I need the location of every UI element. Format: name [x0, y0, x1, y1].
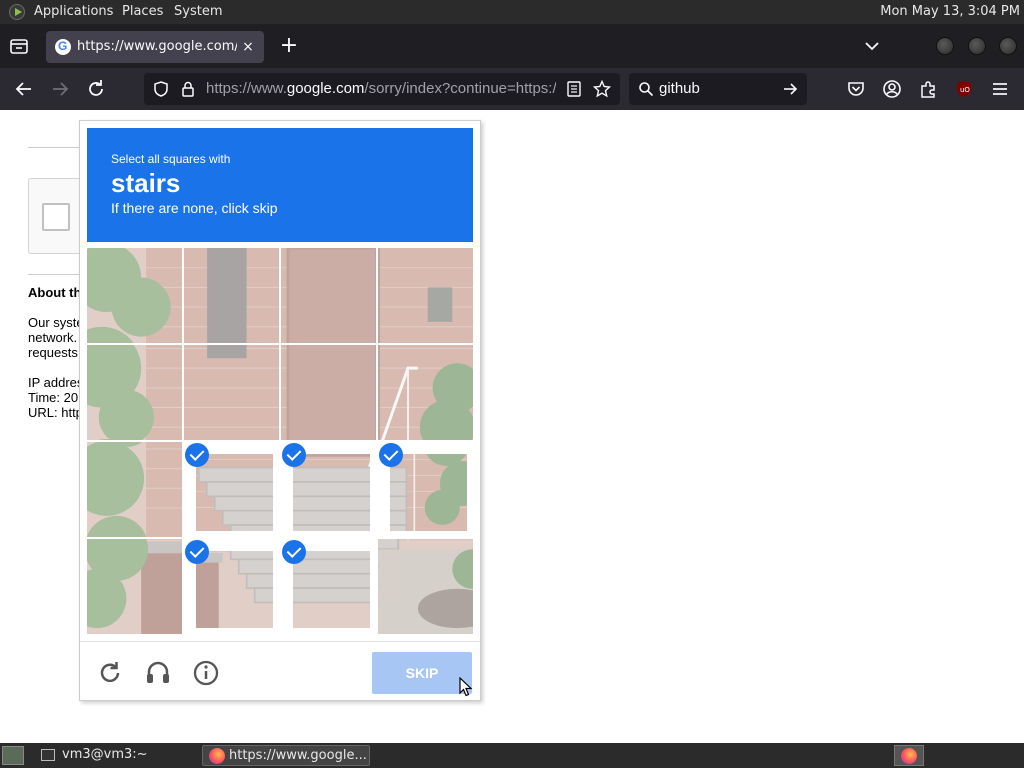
- maximize-button[interactable]: [968, 37, 986, 55]
- captcha-tile[interactable]: [378, 248, 473, 343]
- search-go-arrow-icon[interactable]: [782, 81, 798, 97]
- reload-challenge-icon[interactable]: [96, 659, 124, 687]
- ublock-origin-icon[interactable]: uO: [953, 78, 975, 100]
- forward-arrow-icon[interactable]: [49, 78, 71, 100]
- captcha-tile[interactable]: [378, 442, 473, 537]
- taskbar-item-firefox[interactable]: https://www.google...: [202, 745, 370, 766]
- mouse-cursor-icon: [459, 677, 473, 697]
- search-input[interactable]: github: [659, 80, 700, 97]
- chevron-down-icon[interactable]: [862, 36, 882, 56]
- tab-list-icon[interactable]: [8, 35, 30, 57]
- captcha-tile[interactable]: [87, 539, 182, 634]
- captcha-tile[interactable]: [281, 442, 376, 537]
- captcha-tile[interactable]: [87, 345, 182, 440]
- applications-menu[interactable]: Applications: [34, 4, 113, 19]
- tile-wash: [378, 345, 473, 440]
- bookmark-star-icon[interactable]: [593, 80, 611, 98]
- url-text[interactable]: https://www.google.com/sorry/index?conti…: [206, 80, 556, 97]
- selected-check-icon: [185, 443, 209, 467]
- nav-bar: https://www.google.com/sorry/index?conti…: [0, 68, 1024, 110]
- tab-bar: https://www.google.com/sorry/index × +: [0, 24, 1024, 68]
- url-domain: google.com: [286, 80, 365, 97]
- recaptcha-challenge: Select all squares with stairs If there …: [79, 120, 481, 701]
- bottom-taskbar: vm3@vm3:~ https://www.google...: [0, 743, 1024, 768]
- target-object: stairs: [111, 168, 181, 198]
- top-panel: Applications Places System Mon May 13, 3…: [0, 0, 1024, 24]
- captcha-tile[interactable]: [281, 248, 376, 343]
- captcha-tile[interactable]: [184, 442, 279, 537]
- selected-check-icon: [282, 540, 306, 564]
- tile-wash: [87, 248, 182, 343]
- selected-check-icon: [282, 443, 306, 467]
- url-path: /sorry/index?continue=https://www.google…: [364, 80, 556, 97]
- tile-wash: [87, 442, 182, 537]
- tile-wash: [281, 345, 376, 440]
- challenge-footer: SKIP: [80, 641, 480, 701]
- terminal-icon: [41, 749, 55, 761]
- request-info: IP addres Time: 20 URL: http: [28, 375, 84, 420]
- captcha-tile[interactable]: [378, 539, 473, 634]
- captcha-tile[interactable]: [378, 345, 473, 440]
- tile-wash: [378, 248, 473, 343]
- tracking-shield-icon[interactable]: [152, 80, 170, 98]
- captcha-tile[interactable]: [281, 539, 376, 634]
- url-prefix: https://www.: [206, 80, 287, 97]
- close-window-button[interactable]: [999, 37, 1017, 55]
- account-icon[interactable]: [881, 78, 903, 100]
- places-menu[interactable]: Places: [122, 4, 163, 19]
- search-bar[interactable]: github: [629, 73, 807, 105]
- system-menu[interactable]: System: [174, 4, 222, 19]
- url-bar[interactable]: https://www.google.com/sorry/index?conti…: [144, 73, 620, 105]
- instruction-post: If there are none, click skip: [111, 200, 278, 216]
- firefox-icon: [209, 748, 225, 764]
- selected-check-icon: [185, 540, 209, 564]
- lock-icon[interactable]: [179, 80, 197, 98]
- tile-wash: [378, 539, 473, 634]
- back-arrow-icon[interactable]: [13, 78, 35, 100]
- tray-firefox-button[interactable]: [894, 745, 924, 766]
- image-grid: [87, 248, 473, 634]
- skip-button[interactable]: SKIP: [372, 652, 472, 694]
- selected-check-icon: [379, 443, 403, 467]
- tile-wash: [184, 345, 279, 440]
- tab-title: https://www.google.com/sorry/index: [77, 39, 237, 54]
- taskbar-item-terminal[interactable]: vm3@vm3:~: [36, 745, 196, 766]
- challenge-header: Select all squares with stairs If there …: [87, 128, 473, 242]
- svg-text:uO: uO: [960, 86, 970, 94]
- taskbar-item-label: vm3@vm3:~: [62, 747, 148, 762]
- captcha-tile[interactable]: [281, 345, 376, 440]
- not-robot-checkbox[interactable]: [42, 203, 70, 231]
- tile-wash: [281, 248, 376, 343]
- about-heading: About th: [28, 285, 82, 300]
- tile-wash: [87, 539, 182, 634]
- tab-close-icon[interactable]: ×: [238, 37, 258, 57]
- hamburger-menu-icon[interactable]: [989, 78, 1011, 100]
- browser-tab[interactable]: https://www.google.com/sorry/index ×: [46, 31, 264, 63]
- extensions-puzzle-icon[interactable]: [917, 78, 939, 100]
- captcha-tile[interactable]: [87, 248, 182, 343]
- info-icon[interactable]: [192, 659, 220, 687]
- captcha-tile[interactable]: [184, 345, 279, 440]
- google-favicon-icon: [55, 39, 71, 55]
- captcha-tile[interactable]: [184, 248, 279, 343]
- firefox-icon: [901, 748, 917, 764]
- instruction-pre: Select all squares with: [111, 152, 231, 166]
- about-paragraph: Our syste network. requests: [28, 315, 84, 360]
- show-desktop-icon[interactable]: [2, 746, 24, 765]
- tile-wash: [87, 345, 182, 440]
- reload-page-icon[interactable]: [85, 78, 107, 100]
- applications-logo-icon[interactable]: [9, 4, 25, 20]
- captcha-tile[interactable]: [87, 442, 182, 537]
- pocket-icon[interactable]: [845, 78, 867, 100]
- new-tab-button[interactable]: +: [278, 35, 300, 58]
- captcha-tile[interactable]: [184, 539, 279, 634]
- clock[interactable]: Mon May 13, 3:04 PM: [880, 4, 1020, 19]
- taskbar-item-label: https://www.google...: [229, 748, 367, 763]
- tile-wash: [184, 248, 279, 343]
- minimize-button[interactable]: [936, 37, 954, 55]
- audio-challenge-headphones-icon[interactable]: [144, 659, 172, 687]
- reader-view-icon[interactable]: [566, 81, 582, 97]
- search-icon: [639, 82, 654, 97]
